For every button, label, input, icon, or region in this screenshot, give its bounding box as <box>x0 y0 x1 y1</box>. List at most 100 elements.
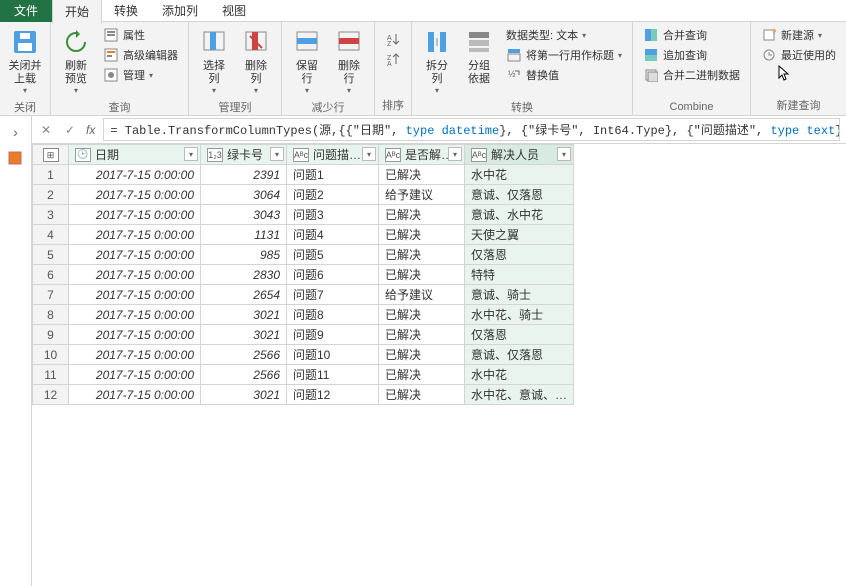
cell-issue[interactable]: 问题4 <box>287 225 379 245</box>
cell-date[interactable]: 2017-7-15 0:00:00 <box>69 365 201 385</box>
row-number[interactable]: 12 <box>33 385 69 405</box>
row-number[interactable]: 5 <box>33 245 69 265</box>
row-number[interactable]: 9 <box>33 325 69 345</box>
cell-date[interactable]: 2017-7-15 0:00:00 <box>69 265 201 285</box>
refresh-button[interactable]: 刷新 预览 ▾ <box>55 24 97 97</box>
row-number[interactable]: 6 <box>33 265 69 285</box>
cell-solved[interactable]: 已解决 <box>379 205 465 225</box>
cell-person[interactable]: 意诚、水中花 <box>465 205 574 225</box>
cell-person[interactable]: 仅落恩 <box>465 245 574 265</box>
corner-cell[interactable]: ⊞ <box>33 145 69 165</box>
cell-solved[interactable]: 已解决 <box>379 305 465 325</box>
cell-solved[interactable]: 已解决 <box>379 265 465 285</box>
cell-date[interactable]: 2017-7-15 0:00:00 <box>69 385 201 405</box>
new-source-button[interactable]: ✶ 新建源 ▾ <box>759 26 838 44</box>
cell-issue[interactable]: 问题3 <box>287 205 379 225</box>
cell-issue[interactable]: 问题9 <box>287 325 379 345</box>
cell-card[interactable]: 2654 <box>201 285 287 305</box>
cell-solved[interactable]: 已解决 <box>379 345 465 365</box>
cell-issue[interactable]: 问题5 <box>287 245 379 265</box>
cell-issue[interactable]: 问题8 <box>287 305 379 325</box>
table-row[interactable]: 52017-7-15 0:00:00985问题5已解决仅落恩 <box>33 245 574 265</box>
col-header-card[interactable]: 1₂3绿卡号 ▾ <box>201 145 287 165</box>
filter-icon[interactable]: ▾ <box>362 147 376 161</box>
col-header-date[interactable]: 🕒日期 ▾ <box>69 145 201 165</box>
cell-person[interactable]: 意诚、骑士 <box>465 285 574 305</box>
append-query-button[interactable]: 追加查询 <box>641 46 742 64</box>
cell-person[interactable]: 水中花、意诚、… <box>465 385 574 405</box>
cell-person[interactable]: 水中花 <box>465 165 574 185</box>
cell-issue[interactable]: 问题6 <box>287 265 379 285</box>
cell-card[interactable]: 2830 <box>201 265 287 285</box>
cell-date[interactable]: 2017-7-15 0:00:00 <box>69 325 201 345</box>
cell-card[interactable]: 2391 <box>201 165 287 185</box>
cell-issue[interactable]: 问题11 <box>287 365 379 385</box>
row-number[interactable]: 7 <box>33 285 69 305</box>
formula-input[interactable]: = Table.TransformColumnTypes(源,{{"日期", t… <box>103 118 840 141</box>
tab-home[interactable]: 开始 <box>52 0 102 24</box>
table-row[interactable]: 82017-7-15 0:00:003021问题8已解决水中花、骑士 <box>33 305 574 325</box>
accept-formula-button[interactable]: ✓ <box>62 122 78 138</box>
cell-issue[interactable]: 问题12 <box>287 385 379 405</box>
filter-icon[interactable]: ▾ <box>557 147 571 161</box>
filter-icon[interactable]: ▾ <box>184 147 198 161</box>
merge-query-button[interactable]: 合并查询 <box>641 26 742 44</box>
remove-rows-button[interactable]: 删除 行 ▾ <box>328 24 370 97</box>
cell-solved[interactable]: 已解决 <box>379 165 465 185</box>
cell-solved[interactable]: 已解决 <box>379 325 465 345</box>
combine-binary-button[interactable]: 合并二进制数据 <box>641 66 742 84</box>
first-row-header-button[interactable]: 将第一行用作标题 ▾ <box>504 46 624 64</box>
cell-person[interactable]: 仅落恩 <box>465 325 574 345</box>
split-col-button[interactable]: 拆分 列 ▾ <box>416 24 458 97</box>
cell-card[interactable]: 3021 <box>201 385 287 405</box>
cell-date[interactable]: 2017-7-15 0:00:00 <box>69 165 201 185</box>
cell-person[interactable]: 天使之翼 <box>465 225 574 245</box>
filter-icon[interactable]: ▾ <box>448 147 462 161</box>
cell-card[interactable]: 2566 <box>201 345 287 365</box>
cell-solved[interactable]: 已解决 <box>379 225 465 245</box>
table-row[interactable]: 42017-7-15 0:00:001131问题4已解决天使之翼 <box>33 225 574 245</box>
cell-person[interactable]: 意诚、仅落恩 <box>465 345 574 365</box>
table-row[interactable]: 112017-7-15 0:00:002566问题11已解决水中花 <box>33 365 574 385</box>
row-number[interactable]: 2 <box>33 185 69 205</box>
col-header-person[interactable]: Aᴮc解决人员 ▾ <box>465 145 574 165</box>
cell-card[interactable]: 3021 <box>201 325 287 345</box>
cell-card[interactable]: 985 <box>201 245 287 265</box>
row-number[interactable]: 10 <box>33 345 69 365</box>
cell-card[interactable]: 1131 <box>201 225 287 245</box>
cell-date[interactable]: 2017-7-15 0:00:00 <box>69 345 201 365</box>
select-cols-button[interactable]: 选择 列 ▾ <box>193 24 235 97</box>
table-row[interactable]: 62017-7-15 0:00:002830问题6已解决特特 <box>33 265 574 285</box>
cell-person[interactable]: 特特 <box>465 265 574 285</box>
cancel-formula-button[interactable]: ✕ <box>38 122 54 138</box>
cell-issue[interactable]: 问题2 <box>287 185 379 205</box>
sort-asc-button[interactable]: AZ <box>383 30 403 48</box>
table-row[interactable]: 12017-7-15 0:00:002391问题1已解决水中花 <box>33 165 574 185</box>
advanced-editor-button[interactable]: 高级编辑器 <box>101 46 180 64</box>
cell-solved[interactable]: 已解决 <box>379 245 465 265</box>
cell-date[interactable]: 2017-7-15 0:00:00 <box>69 185 201 205</box>
row-number[interactable]: 11 <box>33 365 69 385</box>
tab-addcolumn[interactable]: 添加列 <box>150 0 210 22</box>
filter-icon[interactable]: ▾ <box>270 147 284 161</box>
row-number[interactable]: 1 <box>33 165 69 185</box>
col-header-solved[interactable]: Aᴮc是否解… ▾ <box>379 145 465 165</box>
remove-cols-button[interactable]: 删除 列 ▾ <box>235 24 277 97</box>
col-header-issue[interactable]: Aᴮc问题描… ▾ <box>287 145 379 165</box>
cell-date[interactable]: 2017-7-15 0:00:00 <box>69 285 201 305</box>
row-number[interactable]: 4 <box>33 225 69 245</box>
table-row[interactable]: 72017-7-15 0:00:002654问题7给予建议意诚、骑士 <box>33 285 574 305</box>
cell-date[interactable]: 2017-7-15 0:00:00 <box>69 205 201 225</box>
cell-card[interactable]: 2566 <box>201 365 287 385</box>
keep-rows-button[interactable]: 保留 行 ▾ <box>286 24 328 97</box>
close-upload-button[interactable]: 关闭并 上载 ▾ <box>4 24 46 97</box>
groupby-button[interactable]: 分组 依据 <box>458 24 500 88</box>
table-row[interactable]: 122017-7-15 0:00:003021问题12已解决水中花、意诚、… <box>33 385 574 405</box>
sort-desc-button[interactable]: ZA <box>383 50 403 68</box>
cell-solved[interactable]: 已解决 <box>379 365 465 385</box>
recent-sources-button[interactable]: 最近使用的 <box>759 46 838 64</box>
table-row[interactable]: 32017-7-15 0:00:003043问题3已解决意诚、水中花 <box>33 205 574 225</box>
table-row[interactable]: 22017-7-15 0:00:003064问题2给予建议意诚、仅落恩 <box>33 185 574 205</box>
table-row[interactable]: 92017-7-15 0:00:003021问题9已解决仅落恩 <box>33 325 574 345</box>
table-row[interactable]: 102017-7-15 0:00:002566问题10已解决意诚、仅落恩 <box>33 345 574 365</box>
